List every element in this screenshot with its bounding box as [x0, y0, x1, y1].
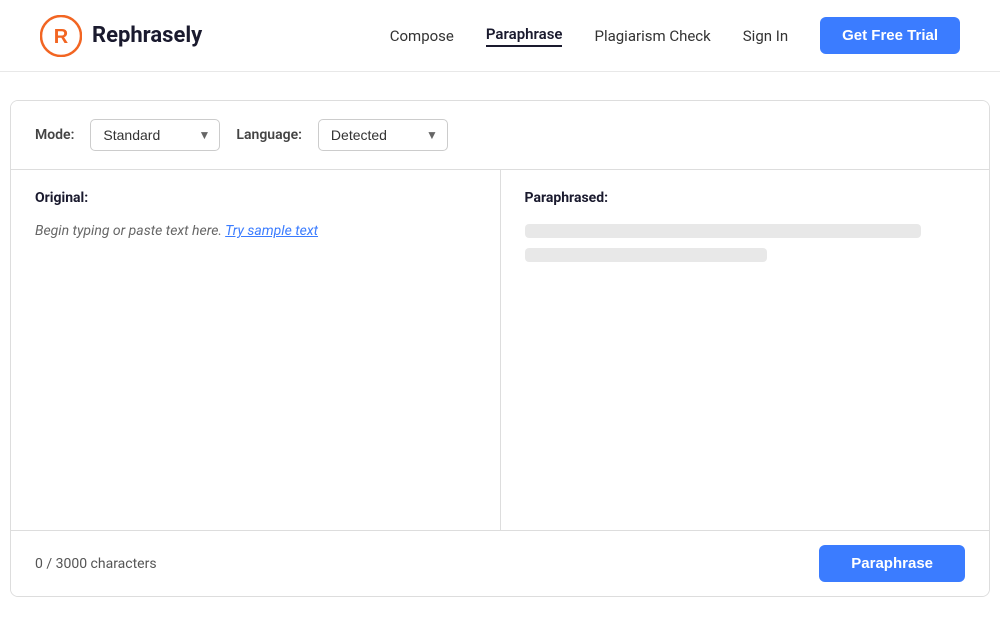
toolbar-row: Mode: Standard Fluency Creative Formal S… [11, 101, 989, 170]
footer-row: 0 / 3000 characters Paraphrase [11, 530, 989, 596]
svg-text:R: R [54, 25, 69, 47]
main-nav: Compose Paraphrase Plagiarism Check Sign… [390, 17, 960, 54]
language-select-wrapper: Detected English Spanish French German ▼ [318, 119, 448, 151]
paraphrased-placeholder [525, 220, 966, 262]
nav-plagiarism-check[interactable]: Plagiarism Check [594, 27, 710, 45]
mode-label: Mode: [35, 127, 74, 143]
logo-text: Rephrasely [92, 23, 202, 48]
logo-icon: R [40, 15, 82, 57]
logo-area: R Rephrasely [40, 15, 202, 57]
char-count: 0 / 3000 characters [35, 556, 157, 572]
mode-select[interactable]: Standard Fluency Creative Formal Simple [90, 119, 220, 151]
paraphrased-pane: Paraphrased: [501, 170, 990, 530]
language-label: Language: [236, 127, 302, 143]
original-pane: Original: Begin typing or paste text her… [11, 170, 501, 530]
header: R Rephrasely Compose Paraphrase Plagiari… [0, 0, 1000, 72]
language-select[interactable]: Detected English Spanish French German [318, 119, 448, 151]
original-placeholder-text: Begin typing or paste text here. Try sam… [35, 220, 476, 242]
mode-select-wrapper: Standard Fluency Creative Formal Simple … [90, 119, 220, 151]
nav-paraphrase[interactable]: Paraphrase [486, 25, 563, 47]
try-sample-text-link[interactable]: Try sample text [225, 223, 318, 239]
original-label: Original: [35, 190, 476, 206]
placeholder-line-1 [525, 224, 921, 238]
footer-right: Paraphrase [157, 545, 965, 582]
placeholder-line-2 [525, 248, 767, 262]
paraphrased-label: Paraphrased: [525, 190, 966, 206]
paraphrase-button[interactable]: Paraphrase [819, 545, 965, 582]
placeholder-static-text: Begin typing or paste text here. [35, 223, 225, 239]
nav-compose[interactable]: Compose [390, 27, 454, 45]
original-textarea[interactable] [35, 242, 476, 502]
nav-sign-in[interactable]: Sign In [743, 27, 788, 45]
main-container: Mode: Standard Fluency Creative Formal S… [10, 100, 990, 597]
get-free-trial-button[interactable]: Get Free Trial [820, 17, 960, 54]
editor-area: Original: Begin typing or paste text her… [11, 170, 989, 530]
